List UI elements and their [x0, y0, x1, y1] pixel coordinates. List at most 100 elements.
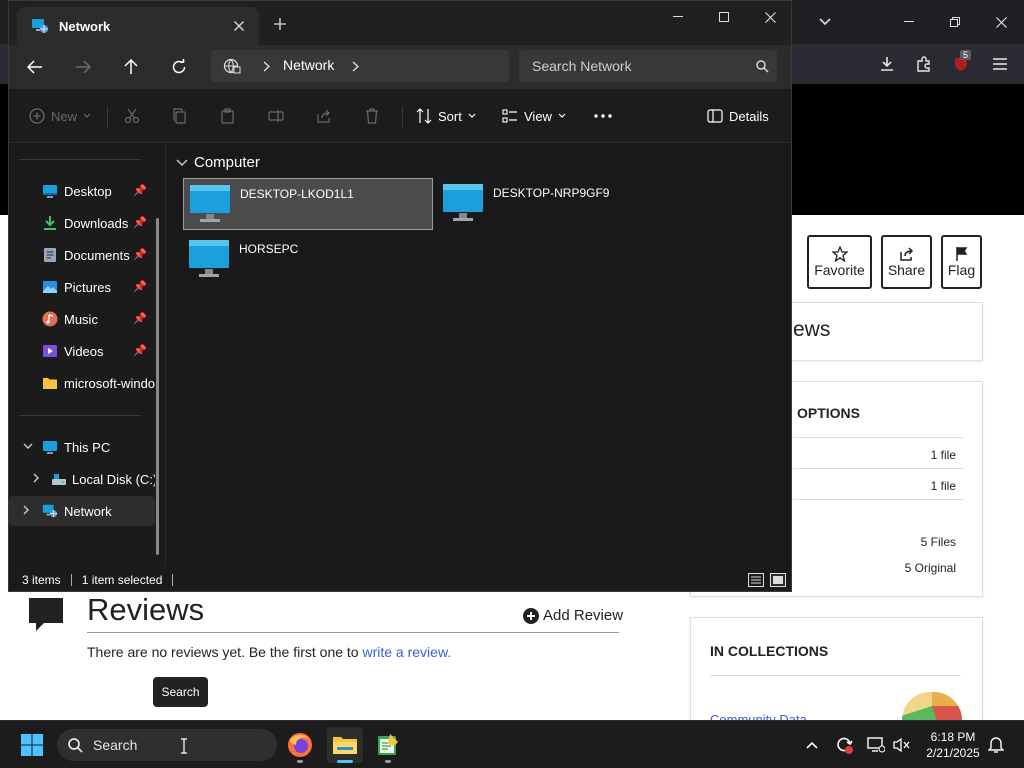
network-status-button[interactable] [866, 735, 886, 755]
extensions-button[interactable] [911, 52, 937, 76]
sidebar-item-local-disk[interactable]: Local Disk (C:) [9, 464, 155, 494]
clock-date: 2/21/2025 [926, 746, 980, 760]
sidebar-item-this-pc[interactable]: This PC [9, 432, 155, 462]
volume-button[interactable] [892, 735, 912, 755]
sidebar-item-label: Downloads [64, 216, 129, 231]
start-button[interactable] [14, 727, 50, 763]
trash-icon [366, 108, 378, 124]
computer-item[interactable]: DESKTOP-NRP9GF9 [437, 178, 687, 230]
taskbar-app-firefox[interactable] [282, 727, 318, 763]
details-pane-button[interactable]: Details [707, 104, 769, 128]
browser-menu-button[interactable] [987, 52, 1013, 76]
back-button[interactable] [22, 55, 48, 79]
share-icon [899, 247, 913, 261]
new-button[interactable]: New [29, 104, 91, 128]
explorer-minimize-button[interactable] [655, 1, 701, 33]
close-tab-button[interactable] [229, 16, 249, 36]
sidebar-item-label: Network [64, 504, 112, 519]
option-value[interactable]: 1 file [931, 448, 956, 462]
notifications-button[interactable] [986, 735, 1006, 755]
network-icon [32, 19, 48, 33]
taskbar: Search 6:18 PM 2/21/2025 [0, 720, 1024, 768]
computer-item[interactable]: HORSEPC [183, 234, 433, 286]
option-value[interactable]: 1 file [931, 479, 956, 493]
delete-button[interactable] [364, 104, 380, 128]
divider [710, 675, 961, 676]
add-review-button[interactable]: Add Review [523, 607, 623, 624]
write-review-link[interactable]: write a review. [362, 644, 451, 660]
pin-icon: 📌 [133, 312, 147, 325]
option-value[interactable]: 5 Original [905, 561, 956, 575]
network-icon [42, 504, 58, 518]
browser-tab-list-button[interactable] [802, 0, 848, 44]
desktop-icon [43, 185, 57, 198]
sidebar-item-label: Pictures [64, 280, 111, 295]
sidebar-item-downloads[interactable]: Downloads 📌 [9, 208, 155, 238]
browser-close-button[interactable] [978, 0, 1024, 44]
share-file-button[interactable] [316, 104, 332, 128]
minimize-icon [904, 21, 914, 22]
chevron-right-icon[interactable] [352, 61, 359, 72]
pin-icon: 📌 [133, 248, 147, 261]
see-more-button[interactable] [594, 104, 612, 128]
taskbar-clock[interactable]: 6:18 PM 2/21/2025 [918, 729, 988, 761]
sidebar-item-pictures[interactable]: Pictures 📌 [9, 272, 155, 302]
plus-icon [274, 18, 286, 30]
computer-monitor-icon [189, 240, 229, 277]
address-bar[interactable]: Network [211, 50, 509, 82]
taskbar-search[interactable]: Search [57, 729, 277, 761]
share-icon [317, 109, 330, 123]
explorer-maximize-button[interactable] [701, 1, 747, 33]
favorite-button[interactable]: Favorite [807, 235, 872, 289]
show-hidden-icons-button[interactable] [802, 735, 822, 755]
flag-button[interactable]: Flag [941, 235, 982, 289]
share-button[interactable]: Share [881, 235, 932, 289]
sort-button[interactable]: Sort [416, 104, 476, 128]
computer-item[interactable]: DESKTOP-LKOD1L1 [183, 178, 433, 230]
up-button[interactable] [118, 55, 144, 79]
sidebar-item-network[interactable]: Network [9, 496, 155, 526]
details-view-toggle[interactable] [748, 573, 764, 587]
taskbar-app-notepad[interactable] [370, 727, 406, 763]
address-location[interactable]: Network [283, 57, 334, 73]
windows-logo-icon [21, 734, 43, 756]
sidebar-item-microsoft-windows[interactable]: microsoft-windows [9, 368, 155, 398]
selection-count: 1 item selected [81, 573, 163, 587]
new-tab-button[interactable] [269, 13, 291, 35]
computer-monitor-icon [443, 184, 483, 221]
cut-button[interactable] [124, 104, 140, 128]
search-box[interactable] [519, 50, 777, 82]
paste-button[interactable] [220, 104, 236, 128]
chevron-down-icon[interactable] [22, 440, 34, 452]
explorer-close-button[interactable] [747, 1, 791, 33]
sidebar-item-music[interactable]: Music 📌 [9, 304, 155, 334]
sidebar-item-videos[interactable]: Videos 📌 [9, 336, 155, 366]
browser-restore-button[interactable] [932, 0, 978, 44]
sidebar-scrollbar[interactable] [156, 218, 159, 555]
refresh-button[interactable] [166, 55, 192, 79]
computer-name: DESKTOP-LKOD1L1 [240, 187, 354, 201]
rename-button[interactable] [268, 104, 284, 128]
sidebar-item-documents[interactable]: Documents 📌 [9, 240, 155, 270]
close-icon [764, 11, 776, 23]
downloads-button[interactable] [874, 52, 900, 76]
taskbar-app-file-explorer[interactable] [327, 727, 363, 763]
copy-button[interactable] [172, 104, 188, 128]
sidebar-item-desktop[interactable]: Desktop 📌 [9, 176, 155, 206]
view-button[interactable]: View [502, 104, 566, 128]
page-search-button[interactable]: Search [153, 677, 208, 707]
browser-minimize-button[interactable] [886, 0, 932, 44]
search-input[interactable] [519, 50, 749, 82]
chevron-right-icon[interactable] [20, 504, 32, 516]
group-header-computer[interactable]: Computer [176, 154, 260, 171]
search-icon [756, 60, 769, 73]
new-plus-circle-icon [29, 108, 45, 124]
option-value[interactable]: 5 Files [921, 535, 956, 549]
chevron-up-icon [806, 741, 818, 749]
large-icons-view-toggle[interactable] [770, 573, 786, 587]
chevron-right-icon[interactable] [30, 472, 42, 484]
command-bar: New Sort View Details [9, 89, 791, 143]
forward-button[interactable] [70, 55, 96, 79]
sync-tray-icon-button[interactable] [834, 735, 854, 755]
explorer-tab[interactable]: Network [17, 7, 259, 45]
